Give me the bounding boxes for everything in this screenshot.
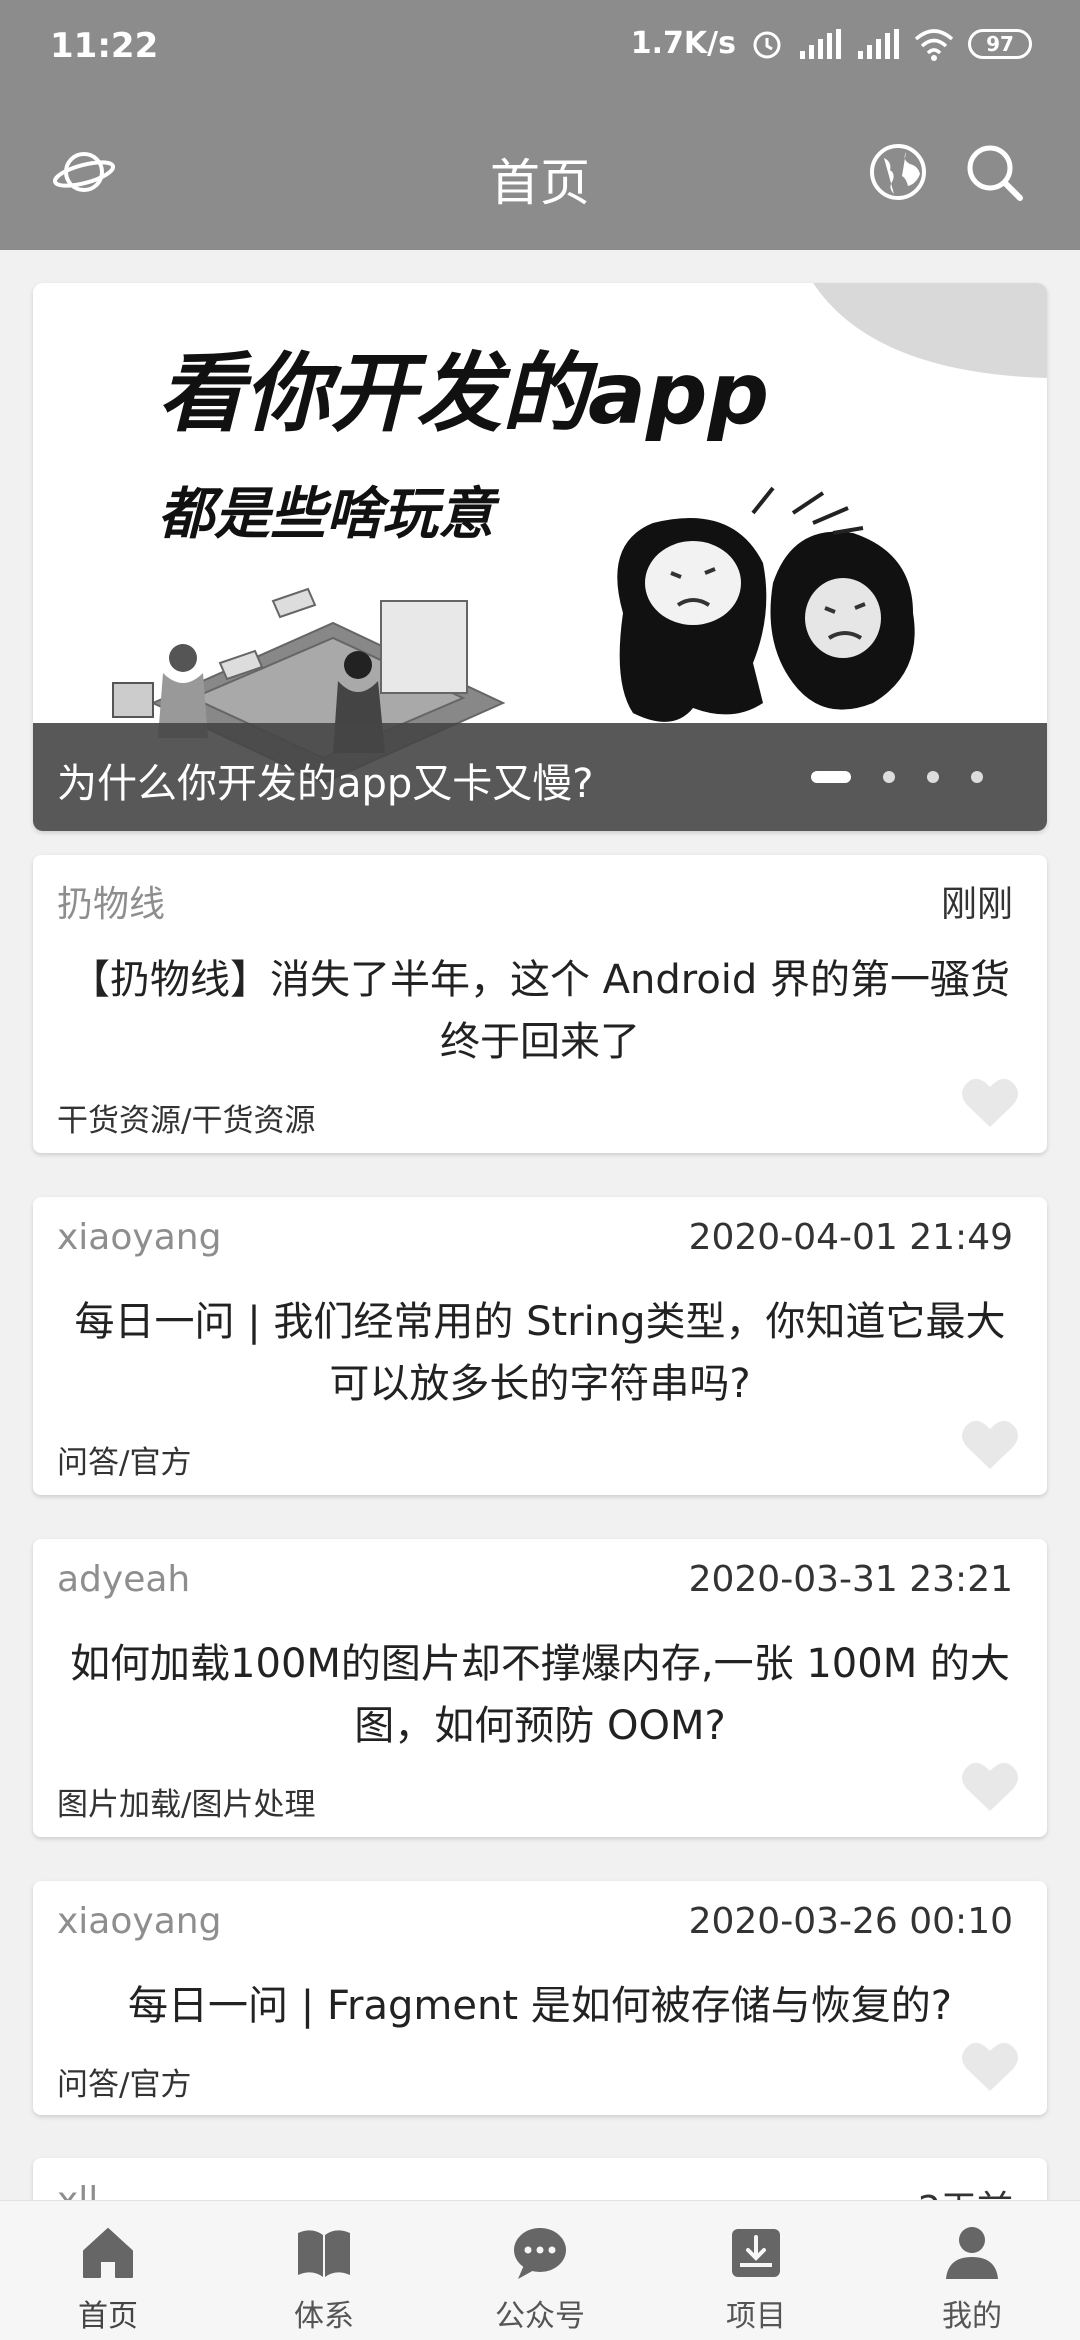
wifi-icon	[914, 27, 954, 61]
article-title: 每日一问 | 我们经常用的 String类型，你知道它最大可以放多长的字符串吗?	[74, 1299, 1006, 1407]
globe-icon[interactable]	[866, 140, 930, 204]
heart-icon[interactable]	[961, 1759, 1019, 1813]
article-time: 2020-03-26 00:10	[688, 1901, 1013, 1942]
toolbar: 首页	[0, 95, 1080, 250]
article-time: 刚刚	[940, 884, 1013, 925]
nav-item-projects[interactable]: 项目	[648, 2201, 864, 2340]
article-title: 【扔物线】消失了半年，这个 Android 界的第一骚货终于回来了	[69, 957, 1011, 1065]
carousel-dot	[971, 771, 983, 783]
nav-item-me[interactable]: 我的	[864, 2201, 1080, 2340]
article-tags[interactable]: 干货资源/干货资源	[57, 1095, 315, 1140]
banner-headline-2: 都是些啥玩意	[158, 482, 500, 547]
signal-icon	[798, 27, 842, 61]
article-author[interactable]: 扔物线	[57, 875, 165, 927]
battery-icon: 97	[968, 28, 1032, 59]
article-title: 每日一问 | Fragment 是如何被存储与恢复的?	[128, 1983, 952, 2029]
carousel-dot	[883, 771, 895, 783]
status-indicators: 1.7K/s 97	[631, 26, 1032, 61]
article-card[interactable]: 扔物线 刚刚 【扔物线】消失了半年，这个 Android 界的第一骚货终于回来了…	[33, 855, 1047, 1153]
nav-label: 体系	[294, 2299, 354, 2334]
article-tags[interactable]: 问答/官方	[57, 1437, 191, 1482]
article-title: 如何加载100M的图片却不撑爆内存,一张 100M 的大图，如何预防 OOM?	[70, 1641, 1010, 1749]
heart-icon[interactable]	[961, 1075, 1019, 1129]
battery-level: 97	[986, 31, 1014, 56]
nav-label: 公众号	[495, 2299, 585, 2334]
article-time: 2020-04-01 21:49	[688, 1217, 1013, 1258]
article-time: 2020-03-31 23:21	[688, 1559, 1013, 1600]
nav-item-system[interactable]: 体系	[216, 2201, 432, 2340]
article-tags[interactable]: 问答/官方	[57, 2059, 191, 2104]
article-tags[interactable]: 图片加载/图片处理	[57, 1779, 315, 1824]
app-screen: 11:22 1.7K/s 97 首页 看你开发的app 都是些啥玩意 为什么你开…	[0, 0, 1080, 2340]
article-author[interactable]: xiaoyang	[57, 1217, 221, 1258]
article-card[interactable]: xiaoyang 2020-03-26 00:10 每日一问 | Fragmen…	[33, 1881, 1047, 2115]
bottom-navigation: 首页 体系 公众号 项目 我的	[0, 2200, 1080, 2340]
heart-icon[interactable]	[961, 1417, 1019, 1471]
alarm-icon	[750, 27, 784, 61]
article-card[interactable]: xiaoyang 2020-04-01 21:49 每日一问 | 我们经常用的 …	[33, 1197, 1047, 1495]
signal-icon-2	[856, 27, 900, 61]
article-author[interactable]: xiaoyang	[57, 1901, 221, 1942]
article-card[interactable]: adyeah 2020-03-31 23:21 如何加载100M的图片却不撑爆内…	[33, 1539, 1047, 1837]
archive-icon	[726, 2223, 786, 2283]
heart-icon[interactable]	[961, 2039, 1019, 2093]
banner-headline-1: 看你开发的app	[158, 344, 769, 444]
banner-caption-bar: 为什么你开发的app又卡又慢?	[33, 723, 1047, 831]
banner-caption: 为什么你开发的app又卡又慢?	[57, 761, 594, 807]
search-icon[interactable]	[962, 140, 1026, 204]
status-bar: 11:22 1.7K/s 97	[0, 0, 1080, 95]
book-icon	[294, 2223, 354, 2283]
banner-carousel[interactable]: 看你开发的app 都是些啥玩意 为什么你开发的app又卡又慢?	[33, 283, 1047, 831]
home-icon	[78, 2223, 138, 2283]
nav-label: 我的	[942, 2299, 1002, 2334]
carousel-indicator	[811, 771, 983, 783]
nav-label: 首页	[78, 2299, 138, 2334]
network-speed: 1.7K/s	[630, 26, 736, 61]
status-time: 11:22	[50, 26, 159, 66]
person-icon	[942, 2223, 1002, 2283]
chat-icon	[510, 2223, 570, 2283]
nav-item-official-accounts[interactable]: 公众号	[432, 2201, 648, 2340]
article-author[interactable]: adyeah	[57, 1559, 190, 1600]
carousel-dot-active	[811, 771, 851, 783]
carousel-dot	[927, 771, 939, 783]
nav-item-home[interactable]: 首页	[0, 2201, 216, 2340]
nav-label: 项目	[726, 2299, 786, 2334]
